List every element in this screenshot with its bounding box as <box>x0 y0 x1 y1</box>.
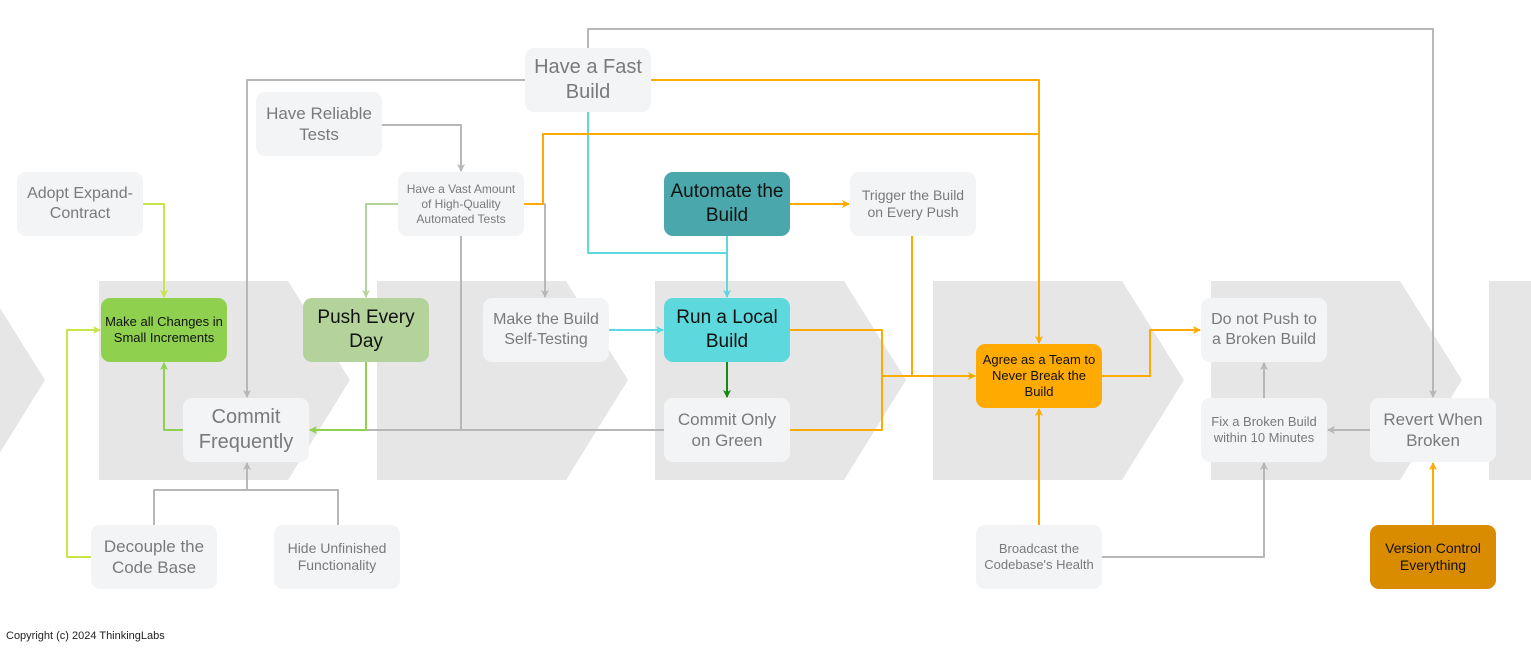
connector <box>66 326 101 558</box>
connector <box>160 362 183 431</box>
connector <box>1102 462 1268 558</box>
node-local-build: Run a Local Build <box>664 298 790 362</box>
node-small-increments: Make all Changes in Small Increments <box>101 298 227 362</box>
connector <box>1102 326 1201 377</box>
node-commit-on-green: Commit Only on Green <box>664 398 790 462</box>
node-never-break: Agree as a Team to Never Break the Build <box>976 344 1102 408</box>
node-revert: Revert When Broken <box>1370 398 1496 462</box>
diagram-canvas: Have a Fast Build Have Reliable Tests Ha… <box>0 0 1531 653</box>
node-reliable-tests: Have Reliable Tests <box>256 92 382 156</box>
connector <box>153 489 339 525</box>
node-automate-build: Automate the Build <box>664 172 790 236</box>
node-expand-contract: Adopt Expand-Contract <box>17 172 143 236</box>
connector <box>309 362 367 434</box>
node-hide-unfinished: Hide Unfinished Functionality <box>274 525 400 589</box>
node-broadcast: Broadcast the Codebase's Health <box>976 525 1102 589</box>
connector <box>362 203 398 298</box>
node-fix-broken: Fix a Broken Build within 10 Minutes <box>1201 398 1327 462</box>
node-commit-frequently: Commit Frequently <box>183 398 309 462</box>
connector <box>382 124 465 172</box>
node-no-push-broken: Do not Push to a Broken Build <box>1201 298 1327 362</box>
node-vast-tests: Have a Vast Amount of High-Quality Autom… <box>398 172 524 236</box>
node-fast-build: Have a Fast Build <box>525 48 651 112</box>
node-decouple: Decouple the Code Base <box>91 525 217 589</box>
copyright-text: Copyright (c) 2024 ThinkingLabs <box>6 630 165 642</box>
node-push-every-day: Push Every Day <box>303 298 429 362</box>
connector <box>524 203 549 298</box>
connector <box>143 203 168 298</box>
node-version-control: Version Control Everything <box>1370 525 1496 589</box>
node-self-testing: Make the Build Self-Testing <box>483 298 609 362</box>
node-trigger-build: Trigger the Build on Every Push <box>850 172 976 236</box>
connector <box>790 329 883 431</box>
